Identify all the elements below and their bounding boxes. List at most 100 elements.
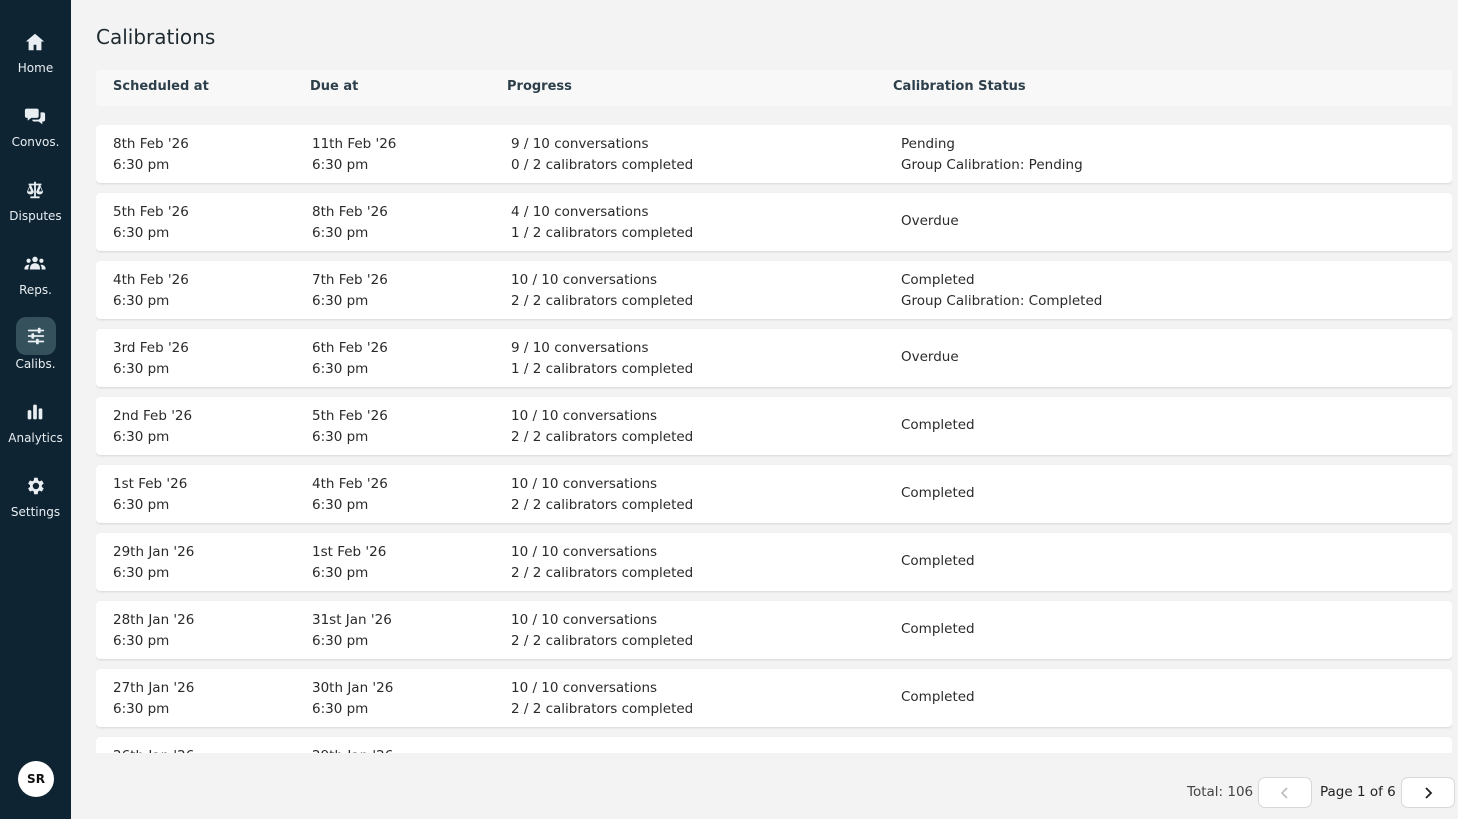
table-header: Scheduled at Due at Progress Calibration… <box>96 70 1452 106</box>
due-cell: 7th Feb '26 6:30 pm <box>312 270 388 312</box>
scheduled-cell-subline: 6:30 pm <box>113 497 170 513</box>
sidebar-item-label: Home <box>17 61 54 75</box>
table-row[interactable]: 3rd Feb '26 6:30 pm 6th Feb '26 6:30 pm 9 / … <box>96 329 1452 387</box>
due-cell-subline: 6:30 pm <box>312 157 369 173</box>
main-content: Calibrations Scheduled at Due at Progres… <box>71 0 1458 819</box>
scheduled-cell-subline: 6:30 pm <box>113 225 170 241</box>
progress-cell-subline: 0 / 2 calibrators completed <box>511 157 694 173</box>
sidebar: Home Convos. Disputes Reps. Calibs. Anal… <box>0 0 71 819</box>
avatar[interactable]: SR <box>18 761 54 797</box>
scheduled-cell-subline: 6:30 pm <box>113 157 170 173</box>
sidebar-item-home[interactable]: Home <box>0 28 71 88</box>
status-cell-line: Overdue <box>901 349 959 365</box>
sidebar-item-disputes[interactable]: Disputes <box>0 176 71 236</box>
total-count: Total: 106 <box>1187 784 1254 800</box>
due-cell-subline: 6:30 pm <box>312 429 369 445</box>
scheduled-cell-line: 27th Jan '26 <box>113 680 195 696</box>
table-row[interactable]: 27th Jan '26 6:30 pm 30th Jan '26 6:30 pm 10… <box>96 669 1452 727</box>
table-row[interactable]: 1st Feb '26 6:30 pm 4th Feb '26 6:30 pm 10 /… <box>96 465 1452 523</box>
status-cell-line: Completed <box>901 689 975 705</box>
chevron-right-icon <box>1425 786 1433 799</box>
status-cell-line: Completed <box>901 621 975 637</box>
bar-chart-icon <box>23 400 47 424</box>
progress-cell-line: 10 / 10 conversations <box>511 408 658 424</box>
scheduled-cell: 8th Feb '26 6:30 pm <box>113 134 189 176</box>
page-title: Calibrations <box>96 25 216 49</box>
column-header-progress[interactable]: Progress <box>507 79 572 94</box>
table-row[interactable]: 2nd Feb '26 6:30 pm 5th Feb '26 6:30 pm 10 /… <box>96 397 1452 455</box>
progress-cell: 10 / 10 conversations 2 / 2 calibrators c… <box>511 610 693 652</box>
previous-page-button[interactable] <box>1258 777 1312 808</box>
due-cell-line: 8th Feb '26 <box>312 204 388 220</box>
scheduled-cell-line: 26th Jan '26 <box>113 746 194 753</box>
table-row[interactable]: 4th Feb '26 6:30 pm 7th Feb '26 6:30 pm 10 /… <box>96 261 1452 319</box>
scheduled-cell-line: 8th Feb '26 <box>113 136 189 152</box>
progress-cell: 9 / 10 conversations 0 / 2 calibrators co… <box>511 134 693 176</box>
status-cell: Completed <box>901 483 975 504</box>
next-page-button[interactable] <box>1401 777 1455 808</box>
status-cell-line: Completed <box>901 272 975 288</box>
due-cell-line: 4th Feb '26 <box>312 476 388 492</box>
sidebar-item-label: Convos. <box>11 135 60 149</box>
sidebar-item-analytics[interactable]: Analytics <box>0 398 71 458</box>
scheduled-cell-subline: 6:30 pm <box>113 361 170 377</box>
due-cell-line: 11th Feb '26 <box>312 136 397 152</box>
due-cell: 11th Feb '26 6:30 pm <box>312 134 396 176</box>
due-cell-line: 1st Feb '26 <box>312 544 387 560</box>
status-cell: Overdue <box>901 347 959 368</box>
column-header-due[interactable]: Due at <box>310 79 358 94</box>
home-icon <box>23 30 47 54</box>
status-cell: Overdue <box>901 211 959 232</box>
page-indicator: Page 1 of 6 <box>1320 784 1396 800</box>
column-header-scheduled[interactable]: Scheduled at <box>113 79 209 94</box>
sidebar-item-reps[interactable]: Reps. <box>0 250 71 310</box>
progress-cell-line: 9 / 10 conversations <box>511 136 649 152</box>
people-icon <box>23 252 47 276</box>
due-cell: 5th Feb '26 6:30 pm <box>312 406 388 448</box>
due-cell: 31st Jan '26 6:30 pm <box>312 610 392 652</box>
due-cell-subline: 6:30 pm <box>312 565 369 581</box>
progress-cell: 10 / 10 conversations 2 / 2 calibrators c… <box>511 542 693 584</box>
scheduled-cell: 28th Jan '26 6:30 pm <box>113 610 194 652</box>
scheduled-cell-line: 5th Feb '26 <box>113 204 189 220</box>
table-row[interactable]: 29th Jan '26 6:30 pm 1st Feb '26 6:30 pm 10 … <box>96 533 1452 591</box>
calibrations-list[interactable]: 8th Feb '26 6:30 pm 11th Feb '26 6:30 pm 9 /… <box>96 125 1452 753</box>
table-row[interactable]: 26th Jan '266:30 pm29th Jan '266:30 pm10… <box>96 737 1452 753</box>
sidebar-item-convos[interactable]: Convos. <box>0 102 71 162</box>
due-cell: 30th Jan '26 6:30 pm <box>312 678 393 720</box>
sidebar-item-settings[interactable]: Settings <box>0 472 71 532</box>
progress-cell-subline: 2 / 2 calibrators completed <box>511 497 694 513</box>
status-cell-line: Overdue <box>901 213 959 229</box>
progress-cell-subline: 1 / 2 calibrators completed <box>511 361 694 377</box>
progress-cell-subline: 2 / 2 calibrators completed <box>511 633 694 649</box>
status-cell: Completed <box>901 687 975 708</box>
gear-icon <box>23 474 47 498</box>
due-cell-subline: 6:30 pm <box>312 293 369 309</box>
table-row[interactable]: 28th Jan '26 6:30 pm 31st Jan '26 6:30 pm 10… <box>96 601 1452 659</box>
progress-cell-subline: 1 / 2 calibrators completed <box>511 225 694 241</box>
due-cell-subline: 6:30 pm <box>312 497 369 513</box>
scheduled-cell: 1st Feb '26 6:30 pm <box>113 474 187 516</box>
column-header-status[interactable]: Calibration Status <box>893 79 1026 94</box>
status-cell-line: Completed <box>901 485 975 501</box>
progress-cell: 10 / 10 conversations 2 / 2 calibrators c… <box>511 270 693 312</box>
due-cell: 6th Feb '26 6:30 pm <box>312 338 388 380</box>
table-row[interactable]: 5th Feb '26 6:30 pm 8th Feb '26 6:30 pm 4 / … <box>96 193 1452 251</box>
scheduled-cell: 2nd Feb '26 6:30 pm <box>113 406 192 448</box>
sidebar-item-calibs[interactable]: Calibs. <box>0 317 71 384</box>
scheduled-cell-subline: 6:30 pm <box>113 429 170 445</box>
status-cell: Completed <box>901 551 975 572</box>
progress-cell-line: 10 / 10 conversations <box>511 680 658 696</box>
sidebar-item-label: Settings <box>10 505 61 519</box>
sidebar-item-label: Reps. <box>19 283 52 297</box>
due-cell-subline: 6:30 pm <box>312 633 369 649</box>
progress-cell: 9 / 10 conversations 1 / 2 calibrators co… <box>511 338 693 380</box>
table-row[interactable]: 8th Feb '26 6:30 pm 11th Feb '26 6:30 pm 9 /… <box>96 125 1452 183</box>
status-cell-subline: Group Calibration: Pending <box>901 157 1083 173</box>
due-cell: 29th Jan '266:30 pm <box>312 746 393 753</box>
sidebar-item-label: Analytics <box>8 431 63 445</box>
progress-cell-line: 9 / 10 conversations <box>511 340 649 356</box>
scheduled-cell-line: 3rd Feb '26 <box>113 340 189 356</box>
scheduled-cell: 4th Feb '26 6:30 pm <box>113 270 189 312</box>
scheduled-cell-line: 29th Jan '26 <box>113 544 195 560</box>
